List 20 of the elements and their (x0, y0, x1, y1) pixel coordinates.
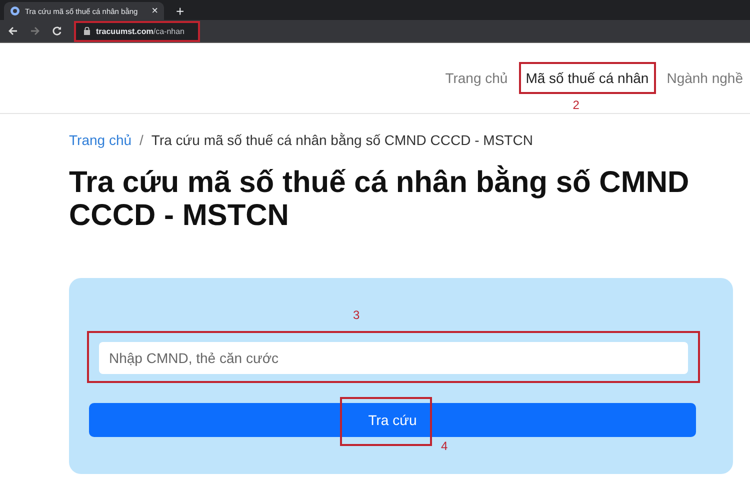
nav-link[interactable]: Mã số thuế cá nhân (518, 62, 656, 94)
breadcrumb-separator: / (140, 132, 144, 148)
nav-link[interactable]: Trang chủ (438, 62, 515, 94)
annotation-number: 4 (441, 439, 448, 453)
forward-icon[interactable] (30, 26, 40, 36)
address-bar[interactable]: tracuumst.com/ca-nhan (76, 22, 198, 40)
page-heading: Tra cứu mã số thuế cá nhân bằng số CMND CCCD - MSTCN (69, 166, 690, 232)
id-number-field[interactable]: Nhập CMND, thẻ căn cước (99, 342, 688, 374)
breadcrumb-current: Tra cứu mã số thuế cá nhân bằng số CMND CCCD - MSTCN (151, 132, 533, 148)
annotation-number: 3 (353, 308, 360, 322)
new-tab-button[interactable]: + (176, 4, 184, 18)
search-button[interactable]: Tra cứu (89, 403, 696, 437)
back-icon[interactable] (8, 26, 18, 36)
url-text: tracuumst.com/ca-nhan (96, 26, 184, 36)
reload-icon[interactable] (52, 26, 62, 36)
lock-icon (84, 27, 90, 35)
breadcrumb-link[interactable]: Trang chủ (69, 132, 132, 148)
annotation-number: 2 (572, 98, 580, 112)
nav-link[interactable]: Ngành nghề (660, 62, 750, 94)
close-icon[interactable]: × (152, 6, 158, 16)
